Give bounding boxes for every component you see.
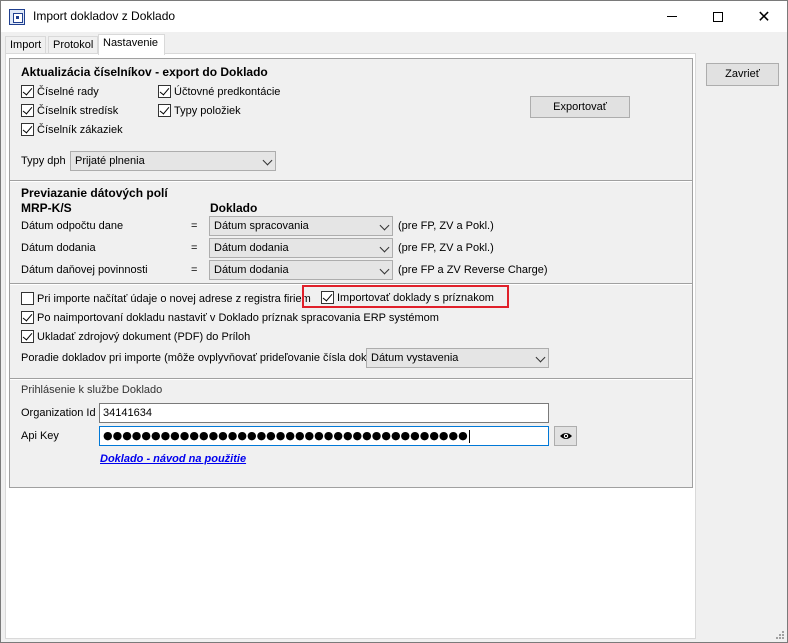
checkbox-read-address[interactable]: Pri importe načítať údaje o novej adrese… (21, 292, 311, 305)
checkbox-box[interactable] (21, 123, 34, 136)
mapping-select-value: Dátum spracovania (214, 220, 309, 232)
main-window: Import dokladov z Doklado ✕ Import Proto… (0, 0, 788, 643)
checkbox-import-flagged[interactable]: Importovať doklady s príznakom (321, 291, 494, 304)
window-title: Import dokladov z Doklado (33, 9, 176, 23)
checkbox-set-processed[interactable]: Po naimportovaní dokladu nastaviť v Dokl… (21, 311, 439, 324)
mapping-select-dodanie[interactable]: Dátum dodania (209, 238, 393, 258)
mapping-select-odpocet[interactable]: Dátum spracovania (209, 216, 393, 236)
section-divider (10, 180, 692, 182)
org-id-label: Organization Id (21, 407, 96, 419)
mapping-select-value: Dátum dodania (214, 242, 289, 254)
checkbox-ciselne-rady[interactable]: Číselné rady (21, 85, 99, 98)
resize-grip-icon[interactable] (774, 629, 784, 639)
checkbox-box[interactable] (21, 292, 34, 305)
settings-panel: Aktualizácia číselníkov - export do Dokl… (5, 53, 696, 639)
title-bar[interactable]: Import dokladov z Doklado ✕ (1, 1, 787, 32)
tab-protokol[interactable]: Protokol (48, 36, 98, 54)
mapping-row-note: (pre FP a ZV Reverse Charge) (398, 264, 548, 276)
api-key-label: Api Key (21, 430, 59, 442)
checkbox-label: Číselné rady (37, 85, 99, 98)
mapping-col-doklado: Doklado (210, 201, 258, 215)
import-order-label: Poradie dokladov pri importe (môže ovply… (21, 352, 366, 364)
tab-nastavenie[interactable]: Nastavenie (98, 34, 165, 55)
chevron-down-icon (379, 220, 390, 231)
chevron-down-icon (379, 264, 390, 275)
mapping-heading: Previazanie dátových polí (21, 186, 168, 200)
text-caret (468, 429, 470, 443)
mapping-col-mrp: MRP-K/S (21, 201, 72, 215)
import-order-value: Dátum vystavenia (371, 352, 459, 364)
checkbox-label: Importovať doklady s príznakom (337, 291, 494, 304)
checkbox-box[interactable] (21, 85, 34, 98)
vat-type-value: Prijaté plnenia (75, 155, 145, 167)
mapping-equals: = (191, 264, 198, 276)
maximize-icon (713, 11, 723, 22)
minimize-icon (667, 16, 677, 17)
org-id-value: 34141634 (103, 407, 152, 419)
checkbox-box[interactable] (21, 311, 34, 324)
mapping-row-label: Dátum daňovej povinnosti (21, 264, 148, 276)
codebooks-heading: Aktualizácia číselníkov - export do Dokl… (21, 65, 268, 79)
checkbox-typy-poloziek[interactable]: Typy položiek (158, 104, 241, 117)
mapping-equals: = (191, 220, 198, 232)
checkbox-uctovne-predkontacie[interactable]: Účtovné predkontácie (158, 85, 280, 98)
mapping-equals: = (191, 242, 198, 254)
api-key-input[interactable]: ●●●●●●●●●●●●●●●●●●●●●●●●●●●●●●●●●●●●●● (99, 426, 549, 446)
checkbox-label: Účtovné predkontácie (174, 85, 281, 98)
checkbox-box[interactable] (21, 330, 34, 343)
checkbox-label: Ukladať zdrojový dokument (PDF) do Prílo… (37, 330, 251, 343)
settings-content: Aktualizácia číselníkov - export do Dokl… (9, 58, 693, 488)
chevron-down-icon (262, 155, 273, 166)
app-window-icon (9, 9, 25, 25)
checkbox-box[interactable] (158, 104, 171, 117)
mapping-row-label: Dátum dodania (21, 242, 96, 254)
mapping-row-label: Dátum odpočtu dane (21, 220, 124, 232)
eye-icon (559, 433, 572, 439)
tab-import[interactable]: Import (5, 36, 46, 54)
checkbox-box[interactable] (21, 104, 34, 117)
checkbox-label: Číselník stredísk (37, 104, 119, 117)
checkbox-label: Po naimportovaní dokladu nastaviť v Dokl… (37, 311, 439, 324)
chevron-down-icon (535, 352, 546, 363)
zavriet-button[interactable]: Zavrieť (706, 63, 779, 86)
mapping-select-value: Dátum dodania (214, 264, 289, 276)
api-key-value: ●●●●●●●●●●●●●●●●●●●●●●●●●●●●●●●●●●●●●● (103, 429, 468, 442)
import-order-select[interactable]: Dátum vystavenia (366, 348, 549, 368)
close-window-button[interactable]: ✕ (741, 1, 787, 32)
export-button[interactable]: Exportovať (530, 96, 630, 118)
vat-type-label: Typy dph (21, 155, 66, 167)
vat-type-select[interactable]: Prijaté plnenia (70, 151, 276, 171)
checkbox-label: Číselník zákaziek (37, 123, 123, 136)
mapping-row-note: (pre FP, ZV a Pokl.) (398, 242, 494, 254)
chevron-down-icon (379, 242, 390, 253)
checkbox-ciselnik-stredisk[interactable]: Číselník stredísk (21, 104, 118, 117)
checkbox-ciselnik-zakaziek[interactable]: Číselník zákaziek (21, 123, 123, 136)
close-icon: ✕ (757, 6, 771, 26)
help-link[interactable]: Doklado - návod na použitie (100, 453, 246, 465)
checkbox-save-pdf[interactable]: Ukladať zdrojový dokument (PDF) do Prílo… (21, 330, 250, 343)
login-heading: Prihlásenie k službe Doklado (21, 384, 163, 396)
checkbox-label: Pri importe načítať údaje o novej adrese… (37, 292, 311, 305)
minimize-button[interactable] (649, 1, 695, 32)
mapping-select-danova-povinnost[interactable]: Dátum dodania (209, 260, 393, 280)
mapping-row-note: (pre FP, ZV a Pokl.) (398, 220, 494, 232)
org-id-input[interactable]: 34141634 (99, 403, 549, 423)
checkbox-label: Typy položiek (174, 104, 241, 117)
checkbox-box[interactable] (158, 85, 171, 98)
maximize-button[interactable] (695, 1, 741, 32)
checkbox-box[interactable] (321, 291, 334, 304)
section-divider (10, 378, 692, 380)
show-password-button[interactable] (554, 426, 577, 446)
